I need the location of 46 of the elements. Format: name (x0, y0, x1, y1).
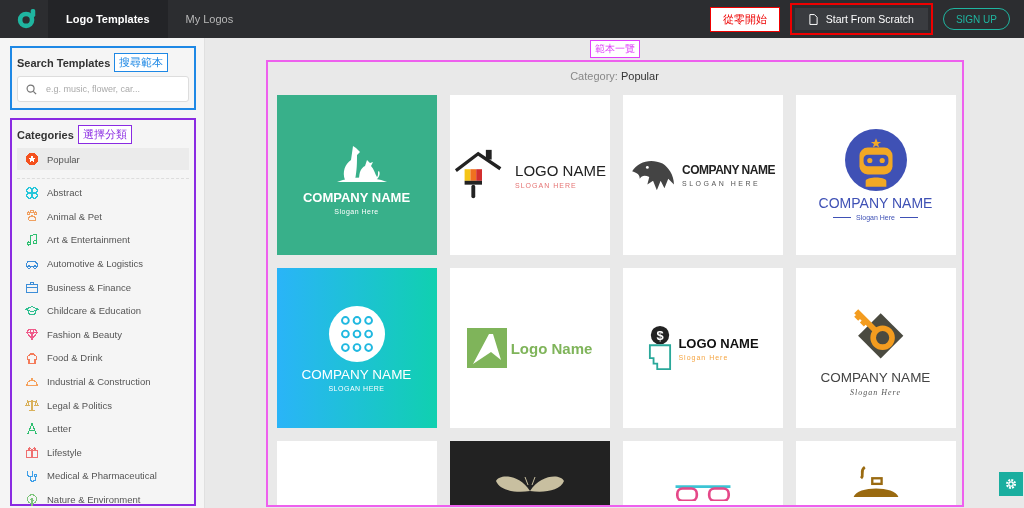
company-name-text: LOGO NAME (678, 335, 759, 351)
category-item[interactable]: Food & Drink (17, 346, 189, 370)
nav-tab[interactable]: Logo Templates (48, 0, 168, 38)
keypad-circle-drawing (327, 304, 386, 363)
annotation-label: 從零開始 (709, 6, 780, 32)
category-item[interactable]: Abstract (17, 181, 189, 205)
nav-tab[interactable]: My Logos (167, 0, 252, 38)
robot-badge-drawing (844, 129, 907, 191)
category-value: Popular (620, 70, 659, 82)
category-item[interactable]: Medical & Pharmaceutical (17, 464, 189, 488)
company-name-text: COMPANY NAME (302, 189, 411, 205)
section-title: Search Templates (17, 56, 111, 69)
category-item[interactable]: Childcare & Education (17, 298, 189, 323)
annotation-label: 選擇分類 (77, 125, 132, 144)
company-name-text: COMPANY NAME (818, 195, 933, 211)
company-name-text: Logo Name (510, 339, 593, 357)
letter-a-square-drawing (466, 328, 507, 368)
category-item[interactable]: Automotive & Logistics (17, 251, 189, 276)
annotation-label: 搜尋範本 (114, 53, 169, 72)
app-logo-icon[interactable] (16, 8, 38, 30)
document-icon (808, 13, 818, 25)
slogan-text: Slogan Here (850, 387, 901, 397)
settings-icon (1004, 477, 1018, 491)
category-item[interactable]: Art & Entertainment (17, 228, 189, 252)
company-name-text: COMPANY NAME (301, 366, 412, 382)
dollar-sign: $ (656, 327, 664, 343)
category-item[interactable]: Popular (17, 148, 189, 170)
template-tile[interactable]: COMPANY NAME Slogan Here (795, 268, 956, 428)
annotation-label: 範本一覽 (589, 40, 640, 58)
category-label: Category: (570, 70, 618, 82)
search-icon (26, 84, 37, 95)
category-item[interactable]: Industrial & Construction (17, 369, 189, 394)
company-name-text: LOGO NAME (515, 161, 606, 179)
search-field[interactable]: e.g. music, flower, car... (17, 76, 189, 102)
category-item[interactable]: Lifestyle (17, 440, 189, 465)
start-from-scratch-button[interactable]: Start From Scratch (794, 8, 928, 30)
company-name-text: COMPANY NAME (820, 369, 931, 385)
company-name-text: COMPANY NAME (682, 163, 775, 177)
settings-button[interactable] (999, 472, 1023, 496)
category-item[interactable]: Business & Finance (17, 275, 189, 299)
category-item[interactable]: Letter (17, 416, 189, 441)
section-title: Categories (17, 128, 74, 141)
category-item[interactable]: Legal & Politics (17, 393, 189, 417)
category-item[interactable]: Fashion & Beauty (17, 322, 189, 347)
category-item[interactable]: Animal & Pet (17, 204, 189, 229)
category-item[interactable]: Nature & Environment (17, 487, 189, 508)
